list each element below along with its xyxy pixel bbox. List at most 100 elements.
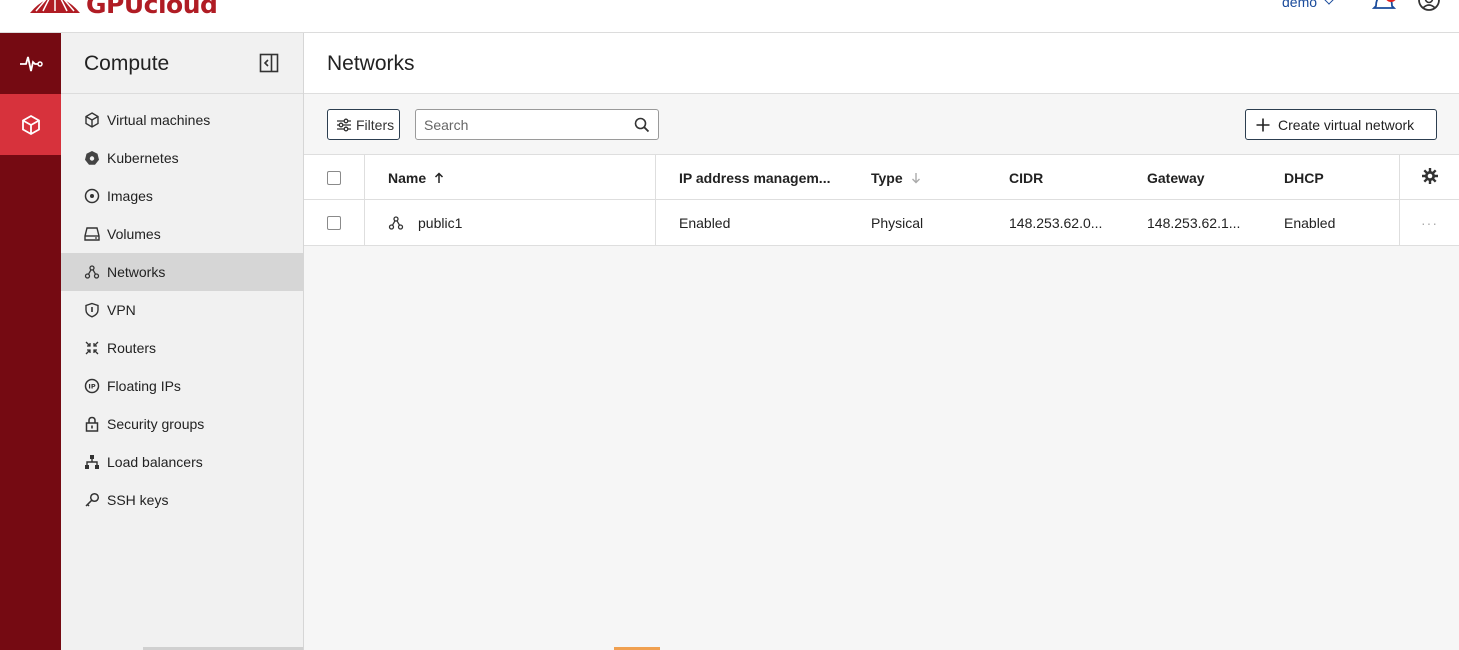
table-row[interactable]: public1 Enabled Physical 148.253.62.0...… [304, 200, 1459, 246]
sidebar-item-volumes[interactable]: Volumes [61, 215, 303, 253]
sidebar-item-load-balancers[interactable]: Load balancers [61, 443, 303, 481]
column-divider [1399, 200, 1400, 245]
column-divider [655, 155, 656, 200]
key-icon [83, 491, 101, 509]
plus-icon [1256, 118, 1270, 131]
page-title: Networks [327, 52, 415, 75]
filters-label: Filters [356, 116, 395, 133]
sort-descending-icon[interactable] [911, 172, 921, 184]
sliders-icon [337, 118, 351, 131]
rail-item-compute[interactable] [0, 94, 61, 155]
sidebar-item-label: Floating IPs [107, 378, 181, 394]
logo[interactable]: GPUcloud [28, 0, 218, 19]
sidebar-title: Compute [84, 52, 170, 75]
search-icon[interactable] [634, 117, 650, 136]
network-icon [388, 215, 404, 231]
search-box [415, 109, 659, 140]
bell-icon[interactable] [1371, 0, 1397, 17]
drive-icon [83, 225, 101, 243]
column-header-dhcp[interactable]: DHCP [1284, 155, 1324, 200]
sidebar-header: Compute [61, 33, 303, 94]
sidebar-item-label: SSH keys [107, 492, 169, 508]
sidebar-item-label: VPN [107, 302, 136, 318]
shield-icon [83, 301, 101, 319]
row-actions-cell: ··· [1421, 200, 1438, 245]
search-input[interactable] [416, 110, 626, 139]
sidebar-item-kubernetes[interactable]: Kubernetes [61, 139, 303, 177]
sidebar-item-routers[interactable]: Routers [61, 329, 303, 367]
cube-icon [83, 111, 101, 129]
column-divider [364, 155, 365, 200]
sort-ascending-icon[interactable] [434, 171, 444, 184]
main-content: Networks Filters Create virtual network [304, 33, 1459, 650]
user-menu[interactable]: demo [1282, 0, 1335, 10]
top-bar: GPUcloud demo [0, 0, 1459, 33]
column-header-type[interactable]: Type [871, 155, 921, 200]
sidebar-nav: Virtual machines Kubernetes Images Volum… [61, 101, 303, 519]
sidebar-item-label: Images [107, 188, 153, 204]
kubernetes-icon [83, 149, 101, 167]
sidebar-item-label: Routers [107, 340, 157, 356]
sidebar-item-images[interactable]: Images [61, 177, 303, 215]
column-header-label: Gateway [1147, 169, 1205, 186]
hierarchy-icon [83, 453, 101, 471]
column-header-label: IP address managem... [679, 169, 831, 186]
column-divider [1399, 155, 1400, 200]
cell-dhcp: Enabled [1284, 214, 1336, 231]
column-header-gateway[interactable]: Gateway [1147, 155, 1205, 200]
sidebar-item-label: Virtual machines [107, 112, 211, 128]
user-circle-icon[interactable] [1418, 0, 1440, 17]
sidebar-item-floating-ips[interactable]: IP Floating IPs [61, 367, 303, 405]
router-icon [83, 339, 101, 357]
select-all-checkbox[interactable] [327, 170, 341, 185]
sidebar-item-vpn[interactable]: VPN [61, 291, 303, 329]
sidebar: Compute Virtual machines Kubernetes Imag… [61, 33, 304, 650]
table-header-row: Name IP address managem... Type CIDR Gat… [304, 154, 1459, 200]
cell-cidr: 148.253.62.0... [1009, 214, 1103, 231]
create-virtual-network-button[interactable]: Create virtual network [1245, 109, 1437, 140]
cell-type: Physical [871, 214, 924, 231]
lock-icon [83, 415, 101, 433]
select-all-cell [327, 155, 341, 200]
network-icon [83, 263, 101, 281]
column-header-name[interactable]: Name [388, 155, 444, 200]
sidebar-item-virtual-machines[interactable]: Virtual machines [61, 101, 303, 139]
column-header-label: CIDR [1009, 169, 1044, 186]
column-header-cidr[interactable]: CIDR [1009, 155, 1043, 200]
sidebar-item-ssh-keys[interactable]: SSH keys [61, 481, 303, 519]
logo-icon [30, 0, 80, 13]
column-header-label: DHCP [1284, 169, 1324, 186]
sidebar-item-label: Load balancers [107, 454, 203, 470]
more-actions-icon[interactable]: ··· [1421, 215, 1438, 231]
sidebar-item-label: Security groups [107, 416, 205, 432]
disc-icon [83, 187, 101, 205]
rail-item-monitoring[interactable] [0, 33, 61, 94]
cube-icon [21, 114, 40, 135]
sidebar-item-label: Kubernetes [107, 150, 179, 166]
pulse-icon [19, 56, 43, 71]
sidebar-item-security-groups[interactable]: Security groups [61, 405, 303, 443]
chevron-down-icon [1323, 0, 1335, 5]
networks-table: Name IP address managem... Type CIDR Gat… [304, 154, 1459, 246]
gear-icon[interactable] [1421, 167, 1439, 188]
network-name[interactable]: public1 [418, 215, 462, 231]
cell-ipam: Enabled [679, 214, 731, 231]
column-settings-cell [1421, 155, 1439, 200]
column-header-ipam[interactable]: IP address managem... [679, 155, 830, 200]
column-header-label: Type [871, 169, 903, 186]
filters-button[interactable]: Filters [327, 109, 400, 140]
toolbar: Filters Create virtual network [304, 94, 1459, 154]
column-header-label: Name [388, 169, 427, 186]
brand-name: GPUcloud [86, 0, 218, 19]
collapse-sidebar-icon[interactable] [259, 53, 279, 76]
ip-icon: IP [83, 377, 101, 395]
user-name: demo [1282, 0, 1318, 10]
cell-gateway: 148.253.62.1... [1147, 214, 1241, 231]
sidebar-item-label: Volumes [107, 226, 161, 242]
sidebar-item-networks[interactable]: Networks [61, 253, 303, 291]
cell-name[interactable]: public1 [388, 200, 462, 245]
app-rail [0, 33, 61, 650]
column-divider [655, 200, 656, 245]
row-checkbox[interactable] [327, 215, 341, 230]
sidebar-item-label: Networks [107, 264, 166, 280]
